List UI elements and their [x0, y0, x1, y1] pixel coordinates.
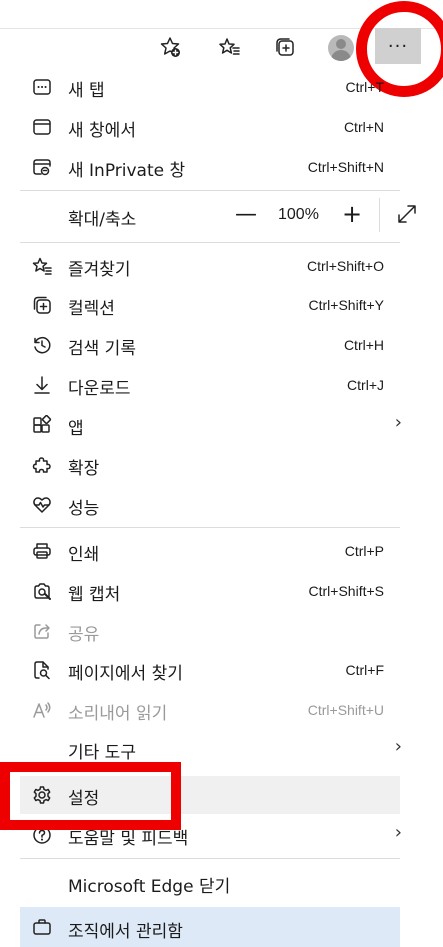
menu-item-managed-by-org[interactable]: 조직에서 관리함: [20, 907, 400, 947]
new-tab-shortcut: Ctrl+T: [345, 79, 385, 95]
read-aloud-icon: [32, 700, 52, 720]
new-window-icon: [32, 117, 52, 137]
zoom-plus-icon: +: [341, 200, 363, 228]
zoom-label: 확대/축소: [68, 210, 137, 230]
briefcase-icon: [32, 917, 52, 937]
menu-item-collections[interactable]: 컬렉션 Ctrl+Shift+Y: [20, 286, 400, 324]
menu-item-downloads[interactable]: 다운로드 Ctrl+J: [20, 366, 400, 404]
history-label: 검색 기록: [68, 339, 136, 359]
find-on-page-label: 페이지에서 찾기: [68, 664, 183, 684]
fullscreen-icon[interactable]: [395, 202, 419, 226]
read-aloud-label: 소리내어 읽기: [68, 704, 168, 724]
menu-item-performance[interactable]: 성능: [20, 486, 400, 524]
apps-label: 앱: [68, 419, 84, 439]
new-inprivate-label: 새 InPrivate 창: [68, 161, 186, 181]
menu-item-favorites[interactable]: 즐겨찾기 Ctrl+Shift+O: [20, 247, 400, 285]
printer-icon: [32, 541, 52, 561]
find-on-page-shortcut: Ctrl+F: [345, 662, 385, 678]
web-capture-icon: [32, 581, 52, 601]
new-tab-icon: [32, 77, 52, 97]
menu-item-close-edge[interactable]: Microsoft Edge 닫기: [20, 864, 400, 902]
new-window-shortcut: Ctrl+N: [343, 119, 384, 135]
share-label: 공유: [68, 625, 100, 645]
red-annotation-box: [0, 762, 181, 830]
find-on-page-icon: [32, 660, 52, 680]
collections-label: 컬렉션: [68, 299, 115, 319]
zoom-out-button[interactable]: —: [232, 200, 260, 228]
favorites-shortcut: Ctrl+Shift+O: [306, 258, 384, 274]
menu-item-share: 공유: [20, 612, 400, 650]
history-shortcut: Ctrl+H: [343, 337, 384, 353]
print-shortcut: Ctrl+P: [344, 543, 384, 559]
menu-item-new-window[interactable]: 새 창에서 Ctrl+N: [20, 108, 400, 146]
menu-item-find-on-page[interactable]: 페이지에서 찾기 Ctrl+F: [20, 651, 400, 689]
menu-item-new-inprivate[interactable]: 새 InPrivate 창 Ctrl+Shift+N: [20, 148, 400, 186]
zoom-value: 100%: [278, 206, 319, 223]
zoom-minus-icon: —: [235, 201, 257, 227]
add-favorite-icon[interactable]: [157, 34, 183, 60]
menu-item-history[interactable]: 검색 기록 Ctrl+H: [20, 326, 400, 364]
heartbeat-icon: [32, 495, 52, 515]
browser-toolbar: ···: [0, 0, 443, 97]
favorites-star-icon: [32, 256, 52, 276]
menu-divider: [20, 242, 400, 243]
menu-item-web-capture[interactable]: 웹 캡처 Ctrl+Shift+S: [20, 572, 400, 610]
web-capture-shortcut: Ctrl+Shift+S: [308, 583, 384, 599]
performance-label: 성능: [68, 499, 100, 519]
zoom-separator: [379, 198, 380, 232]
favorites-icon[interactable]: [216, 34, 242, 60]
menu-item-read-aloud: 소리내어 읽기 Ctrl+Shift+U: [20, 691, 400, 729]
chevron-right-icon: ›: [394, 822, 402, 843]
zoom-in-button[interactable]: +: [338, 200, 366, 228]
menu-divider: [20, 858, 400, 859]
menu-item-new-tab[interactable]: 새 탭 Ctrl+T: [20, 68, 400, 106]
avatar-head: [336, 39, 346, 49]
read-aloud-shortcut: Ctrl+Shift+U: [307, 702, 384, 718]
new-tab-label: 새 탭: [68, 81, 105, 101]
new-window-label: 새 창에서: [68, 121, 136, 141]
extensions-label: 확장: [68, 459, 100, 479]
chevron-right-icon: ›: [394, 412, 402, 433]
share-icon: [32, 621, 52, 641]
chevron-right-icon: ›: [394, 736, 402, 757]
menu-divider: [20, 190, 400, 191]
favorites-label: 즐겨찾기: [68, 260, 131, 280]
print-label: 인쇄: [68, 545, 100, 565]
menu-item-extensions[interactable]: 확장: [20, 446, 400, 484]
downloads-shortcut: Ctrl+J: [347, 377, 384, 393]
menu-item-print[interactable]: 인쇄 Ctrl+P: [20, 532, 400, 570]
close-edge-label: Microsoft Edge 닫기: [68, 877, 231, 897]
puzzle-icon: [32, 455, 52, 475]
managed-by-org-label: 조직에서 관리함: [68, 922, 183, 942]
collections-menu-icon: [32, 295, 52, 315]
download-icon: [32, 375, 52, 395]
inprivate-icon: [32, 157, 52, 177]
downloads-label: 다운로드: [68, 379, 131, 399]
more-tools-label: 기타 도구: [68, 743, 136, 763]
collections-shortcut: Ctrl+Shift+Y: [308, 297, 384, 313]
web-capture-label: 웹 캡처: [68, 585, 121, 605]
collections-icon[interactable]: [272, 34, 298, 60]
new-inprivate-shortcut: Ctrl+Shift+N: [307, 159, 384, 175]
menu-item-apps[interactable]: 앱 ›: [20, 406, 402, 444]
avatar-shoulders: [331, 50, 351, 61]
menu-divider: [20, 527, 400, 528]
profile-avatar[interactable]: [328, 35, 354, 61]
history-icon: [32, 335, 52, 355]
apps-icon: [32, 414, 52, 435]
